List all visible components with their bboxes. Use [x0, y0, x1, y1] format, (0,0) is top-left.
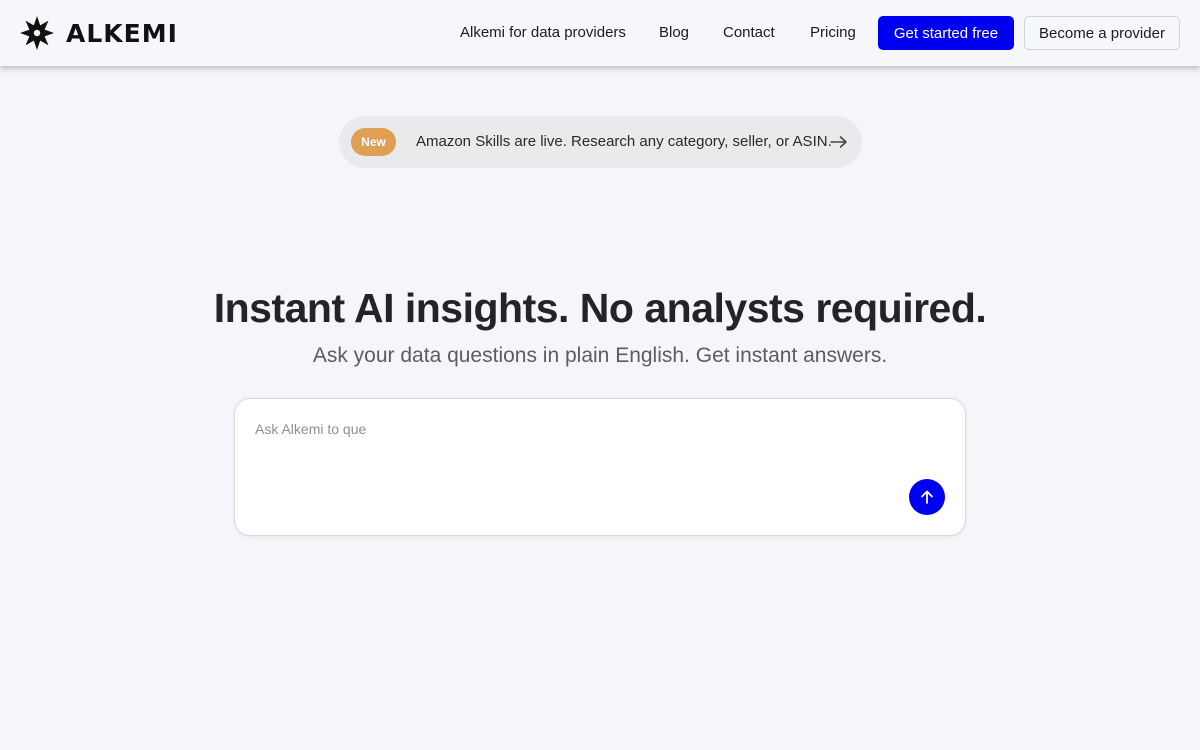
nav-link-pricing[interactable]: Pricing	[810, 24, 856, 41]
nav-link-blog[interactable]: Blog	[659, 24, 689, 41]
star-burst-icon	[20, 16, 54, 50]
site-header: ALKEMI Alkemi for data providers Blog Co…	[0, 0, 1200, 66]
brand-logo[interactable]: ALKEMI	[20, 16, 178, 50]
get-started-button[interactable]: Get started free	[878, 16, 1014, 50]
arrow-up-icon	[921, 490, 933, 504]
brand-name: ALKEMI	[66, 18, 178, 48]
announcement-banner[interactable]: New Amazon Skills are live. Research any…	[339, 116, 862, 168]
nav-link-data-providers[interactable]: Alkemi for data providers	[460, 24, 626, 41]
hero-subtitle: Ask your data questions in plain English…	[312, 344, 888, 367]
arrow-right-icon	[830, 136, 847, 148]
new-badge: New	[351, 128, 396, 156]
become-provider-button[interactable]: Become a provider	[1024, 16, 1180, 50]
nav-link-contact[interactable]: Contact	[723, 24, 775, 41]
send-button[interactable]	[909, 479, 945, 515]
query-box	[234, 398, 966, 536]
announcement-text: Amazon Skills are live. Research any cat…	[416, 133, 832, 150]
query-input[interactable]	[255, 417, 895, 441]
hero-title: Instant AI insights. No analysts require…	[213, 285, 987, 331]
